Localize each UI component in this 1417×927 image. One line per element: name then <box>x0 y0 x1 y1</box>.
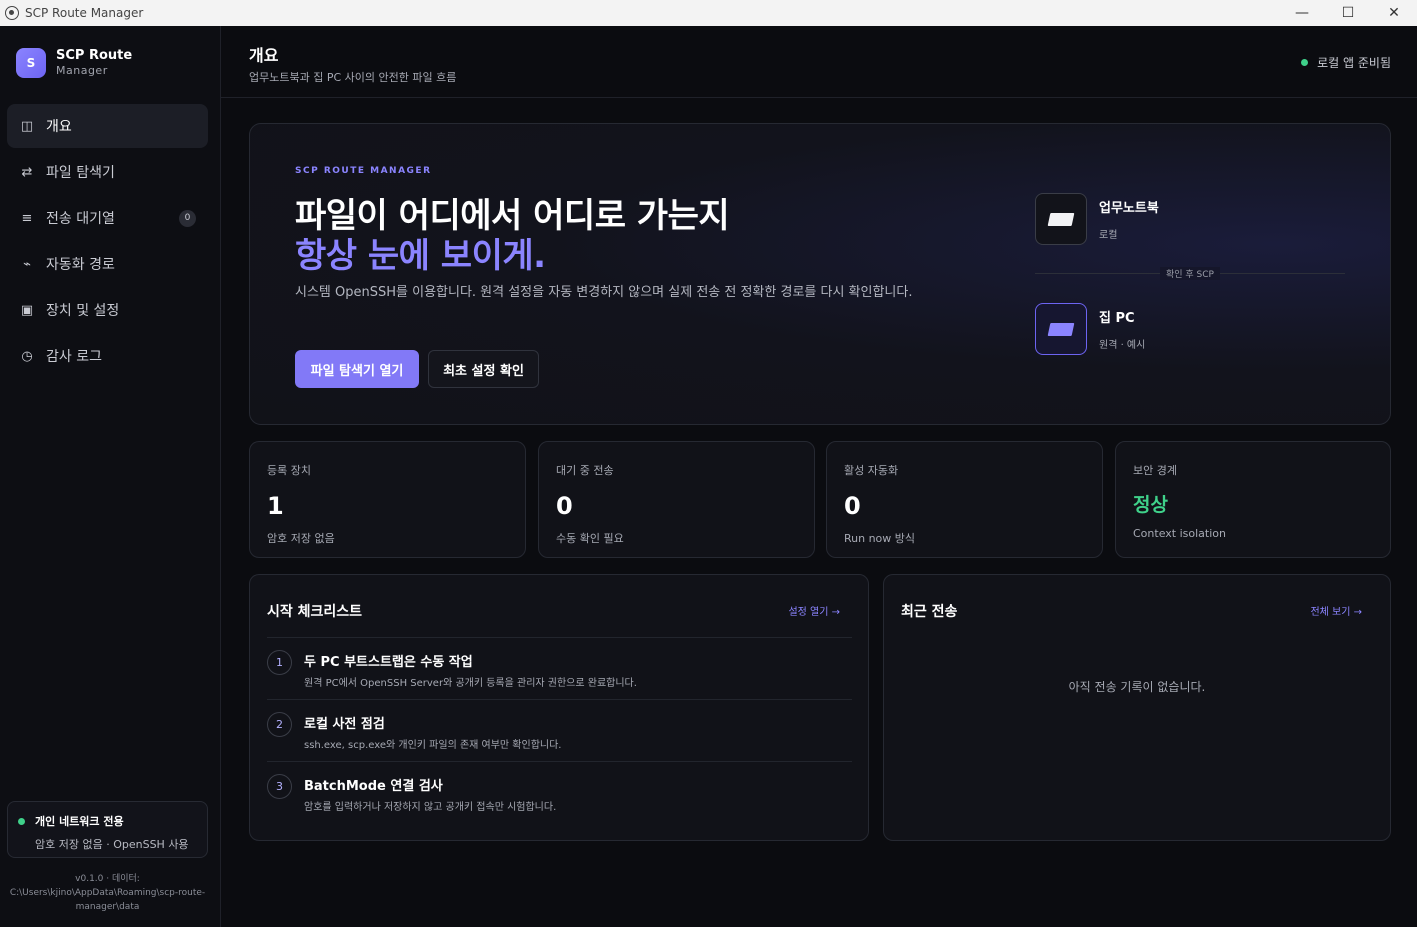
sidebar-item-label: 파일 탐색기 <box>46 165 115 181</box>
stat-value: 1 <box>267 492 284 520</box>
app-status-label: 로컬 앱 준비됨 <box>1317 56 1391 70</box>
sidebar-item-overview[interactable]: ◫ 개요 <box>7 104 208 148</box>
data-path-line: C:\Users\kjino\AppData\Roaming\scp-route… <box>9 888 206 898</box>
network-status-card: 개인 네트워크 전용 암호 저장 없음 · OpenSSH 사용 <box>7 801 208 858</box>
network-subtitle: 암호 저장 없음 · OpenSSH 사용 <box>35 838 189 851</box>
hero-title-line2: 항상 눈에 보이게. <box>295 236 546 276</box>
version-info: v0.1.0 · 데이터: C:\Users\kjino\AppData\Roa… <box>0 872 215 914</box>
panel-title: 시작 체크리스트 <box>267 604 363 620</box>
app-status: 로컬 앱 준비됨 <box>1301 54 1391 71</box>
sidebar-item-label: 자동화 경로 <box>46 257 115 273</box>
sidebar-item-devices-settings[interactable]: ▣ 장치 및 설정 <box>7 288 208 332</box>
overview-icon: ◫ <box>20 118 34 134</box>
local-device-name: 업무노트북 <box>1099 201 1159 216</box>
stat-label: 등록 장치 <box>267 464 311 477</box>
sidebar-item-audit-log[interactable]: ◷ 감사 로그 <box>7 334 208 378</box>
desktop-pc-icon <box>1035 303 1087 355</box>
sidebar-item-label: 감사 로그 <box>46 349 102 365</box>
recent-transfers-panel: 최근 전송 전체 보기 → 아직 전송 기록이 없습니다. <box>883 574 1391 841</box>
view-all-link[interactable]: 전체 보기 → <box>1310 603 1362 618</box>
local-device: 업무노트북 로컬 <box>1035 193 1159 245</box>
sidebar-nav: ◫ 개요 ⇄ 파일 탐색기 ≡ 전송 대기열 0 ⌁ 자동화 경로 ▣ 장치 및… <box>7 104 208 380</box>
stat-note: Context isolation <box>1133 527 1226 540</box>
remote-device-name: 집 PC <box>1099 311 1135 326</box>
window-title: SCP Route Manager <box>25 6 144 20</box>
stat-value: 정상 <box>1133 494 1168 516</box>
checklist-item-desc: ssh.exe, scp.exe와 개인키 파일의 존재 여부만 확인합니다. <box>304 740 562 751</box>
checklist-item-title: 로컬 사전 점검 <box>304 717 385 732</box>
checklist-item-title: BatchMode 연결 검사 <box>304 779 443 794</box>
check-initial-setup-button[interactable]: 최초 설정 확인 <box>428 350 539 388</box>
hero-description: 시스템 OpenSSH를 이용합니다. 원격 설정을 자동 변경하지 않으며 실… <box>295 285 913 300</box>
stat-pending-transfers: 대기 중 전송 0 수동 확인 필요 <box>538 441 815 558</box>
brand-name: SCP Route <box>56 48 133 63</box>
queue-count-badge: 0 <box>179 209 196 227</box>
stat-label: 활성 자동화 <box>844 464 899 477</box>
checklist-item-desc: 원격 PC에서 OpenSSH Server와 공개키 등록을 관리자 권한으로… <box>304 678 637 689</box>
sidebar: S SCP Route Manager ◫ 개요 ⇄ 파일 탐색기 ≡ 전송 대… <box>0 26 221 927</box>
brand-logo-icon: S <box>16 48 46 78</box>
local-device-sub: 로컬 <box>1099 230 1118 241</box>
sidebar-item-file-explorer[interactable]: ⇄ 파일 탐색기 <box>7 150 208 194</box>
status-dot-icon <box>18 817 25 825</box>
network-title: 개인 네트워크 전용 <box>35 815 124 828</box>
hero-card: SCP ROUTE MANAGER 파일이 어디에서 어디로 가는지 항상 눈에… <box>249 123 1391 425</box>
device-icon: ▣ <box>20 302 34 318</box>
stat-security-boundary: 보안 경계 정상 Context isolation <box>1115 441 1391 558</box>
version-line: v0.1.0 · 데이터: <box>75 874 140 884</box>
route-label: 확인 후 SCP <box>1160 267 1220 280</box>
app-icon <box>5 6 19 20</box>
minimize-button[interactable]: — <box>1279 0 1325 26</box>
open-file-explorer-button[interactable]: 파일 탐색기 열기 <box>295 350 419 388</box>
checklist-item: 3 BatchMode 연결 검사 암호를 입력하거나 저장하지 않고 공개키 … <box>267 761 852 823</box>
brand: S SCP Route Manager <box>16 48 132 78</box>
data-path-line: manager\data <box>75 902 140 912</box>
remote-device: 집 PC 원격 · 예시 <box>1035 303 1145 355</box>
stat-label: 대기 중 전송 <box>556 464 614 477</box>
transfer-arrows-icon: ⇄ <box>21 164 33 180</box>
sidebar-item-label: 전송 대기열 <box>46 211 115 227</box>
sidebar-item-transfer-queue[interactable]: ≡ 전송 대기열 0 <box>7 196 208 240</box>
stat-note: 암호 저장 없음 <box>267 532 335 545</box>
page-header: 개요 업무노트북과 집 PC 사이의 안전한 파일 흐름 로컬 앱 준비됨 <box>221 26 1417 98</box>
start-checklist-panel: 시작 체크리스트 설정 열기 → 1 두 PC 부트스트랩은 수동 작업 원격 … <box>249 574 869 841</box>
page-title: 개요 <box>249 46 279 65</box>
sidebar-item-label: 장치 및 설정 <box>46 303 120 319</box>
stat-note: Run now 방식 <box>844 532 916 545</box>
hero-kicker: SCP ROUTE MANAGER <box>295 166 432 176</box>
list-icon: ≡ <box>21 210 33 226</box>
sidebar-item-label: 개요 <box>46 119 72 135</box>
stat-label: 보안 경계 <box>1133 464 1177 477</box>
route-icon: ⌁ <box>23 256 31 272</box>
page-subtitle: 업무노트북과 집 PC 사이의 안전한 파일 흐름 <box>249 71 457 84</box>
checklist-item-desc: 암호를 입력하거나 저장하지 않고 공개키 접속만 시험합니다. <box>304 802 557 813</box>
step-number: 2 <box>267 712 292 737</box>
step-number: 1 <box>267 650 292 675</box>
panel-title: 최근 전송 <box>901 604 958 620</box>
stat-note: 수동 확인 필요 <box>556 532 624 545</box>
maximize-button[interactable]: ☐ <box>1325 0 1371 26</box>
open-settings-link[interactable]: 설정 열기 → <box>788 603 840 618</box>
checklist-item: 2 로컬 사전 점검 ssh.exe, scp.exe와 개인키 파일의 존재 … <box>267 699 852 761</box>
laptop-icon <box>1035 193 1087 245</box>
stat-registered-devices: 등록 장치 1 암호 저장 없음 <box>249 441 526 558</box>
stat-value: 0 <box>556 492 573 520</box>
checklist-item-title: 두 PC 부트스트랩은 수동 작업 <box>304 655 473 670</box>
remote-device-sub: 원격 · 예시 <box>1099 340 1146 351</box>
stat-active-automation: 활성 자동화 0 Run now 방식 <box>826 441 1103 558</box>
stat-value: 0 <box>844 492 861 520</box>
brand-subtitle: Manager <box>56 64 108 77</box>
window-titlebar: SCP Route Manager — ☐ ✕ <box>0 0 1417 26</box>
status-dot-icon <box>1301 59 1309 66</box>
empty-state-message: 아직 전송 기록이 없습니다. <box>1068 680 1206 694</box>
step-number: 3 <box>267 774 292 799</box>
sidebar-item-automation[interactable]: ⌁ 자동화 경로 <box>7 242 208 286</box>
checklist-item: 1 두 PC 부트스트랩은 수동 작업 원격 PC에서 OpenSSH Serv… <box>267 637 852 699</box>
clock-icon: ◷ <box>21 348 33 364</box>
close-button[interactable]: ✕ <box>1371 0 1417 26</box>
